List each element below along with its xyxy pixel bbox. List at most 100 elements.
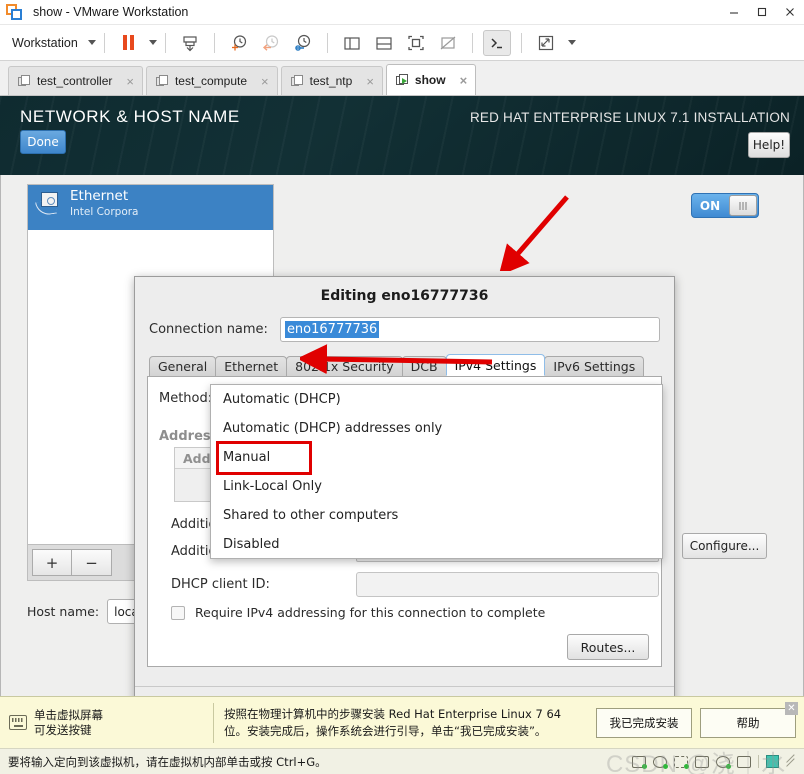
maximize-icon[interactable] [748,0,776,25]
keyboard-icon [9,715,27,730]
close-icon[interactable]: × [126,75,134,88]
pause-vm-button[interactable] [115,30,143,56]
vmware-workstation-window: show - VMware Workstation Workstation te… [0,0,804,774]
connection-name-input[interactable]: eno16777736 [279,317,660,342]
revert-snapshot-button[interactable] [257,30,285,56]
vm-tab-label: test_ntp [309,74,353,88]
network-icon[interactable] [695,755,709,768]
console-button[interactable] [482,29,511,56]
resize-grip[interactable] [786,757,796,767]
interface-on-off-toggle[interactable]: ON [691,193,759,218]
list-item[interactable]: Ethernet Intel Corpora [28,185,273,230]
routes-button[interactable]: Routes... [567,634,649,660]
toolbar-divider [471,32,473,53]
dropdown-option-disabled[interactable]: Disabled [211,530,662,559]
vm-tab-label: show [414,73,446,87]
unity-off-icon [440,36,456,49]
minimize-icon[interactable] [720,0,748,25]
annotation-highlight-box-manual [216,441,312,475]
tab-general[interactable]: General [149,356,217,376]
vm-tab-test-compute[interactable]: test_compute × [145,66,278,95]
close-icon[interactable]: ✕ [785,702,798,715]
vmware-notification-bar: 单击虚拟屏幕 可发送按键 按照在物理计算机中的步骤安装 Red Hat Ente… [0,696,804,748]
manage-snapshots-button[interactable] [289,30,317,56]
panel-left-icon [344,36,360,50]
add-interface-button[interactable]: + [32,549,72,576]
pause-icon [123,35,135,50]
expand-diagonal-icon [538,35,553,50]
method-label: Method: [159,391,213,406]
hint-line-1: 单击虚拟屏幕 [34,707,103,722]
vm-icon [155,74,169,88]
display-icon[interactable] [766,755,779,768]
close-icon[interactable]: × [261,75,269,88]
unity-mode-button[interactable] [434,30,462,56]
dropdown-option-link-local-only[interactable]: Link-Local Only [211,472,662,501]
show-sidebar-button[interactable] [338,30,366,56]
send-ctrl-alt-del-button[interactable] [176,30,204,56]
vm-tab-strip: test_controller × test_compute × test_nt… [0,61,804,96]
tab-dcb[interactable]: DCB [401,356,447,376]
chevron-down-icon [87,40,96,45]
toolbar-divider [326,32,328,53]
connection-name-value: eno16777736 [284,321,380,338]
take-snapshot-button[interactable] [225,30,253,56]
fullscreen-icon [408,35,424,50]
dhcp-client-id-row: DHCP client ID: [171,572,659,597]
notification-help-button[interactable]: 帮助 [700,707,796,738]
tab-ipv6-settings[interactable]: IPv6 Settings [544,356,645,376]
vm-guest-screen[interactable]: NETWORK & HOST NAME RED HAT ENTERPRISE L… [0,96,804,696]
sound-icon[interactable] [737,755,751,768]
snapshot-add-icon [231,34,246,50]
dropdown-option-automatic-dhcp-addresses-only[interactable]: Automatic (DHCP) addresses only [211,414,662,443]
divider [758,755,759,768]
hostname-label: Host name: [27,604,100,619]
page-title: NETWORK & HOST NAME [20,107,240,126]
dialog-title: Editing eno16777736 [320,288,489,304]
pause-dropdown-chevron-icon[interactable] [148,40,157,45]
vm-tab-test-ntp[interactable]: test_ntp × [280,66,383,95]
vm-tab-test-controller[interactable]: test_controller × [8,66,143,95]
cd-dvd-icon[interactable] [653,755,668,769]
remove-interface-button[interactable]: − [72,549,112,576]
toolbar-divider [103,32,105,53]
vm-icon [18,74,31,88]
snapshot-manage-icon [294,34,310,51]
require-ipv4-checkbox[interactable] [171,605,185,620]
nic-description: Intel Corpora [70,206,139,218]
dhcp-client-id-input[interactable] [356,572,659,597]
stretch-guest-button[interactable] [532,30,560,56]
toggle-state-label: ON [699,198,721,213]
tab-802-1x-security[interactable]: 802.1x Security [286,356,403,376]
close-icon[interactable] [776,0,804,25]
toolbar-divider [520,32,522,53]
dropdown-option-shared-to-other-computers[interactable]: Shared to other computers [211,501,662,530]
vm-tab-show[interactable]: show × [385,64,477,95]
tab-ethernet[interactable]: Ethernet [215,356,288,376]
close-icon[interactable]: × [366,75,374,88]
installation-finished-button[interactable]: 我已完成安装 [596,707,692,738]
vm-running-icon [395,73,409,87]
configure-button[interactable]: Configure... [682,533,767,559]
workstation-menu-button[interactable]: Workstation [8,33,96,53]
vm-tab-label: test_controller [37,74,113,88]
full-screen-button[interactable] [402,30,430,56]
dhcp-client-id-label: DHCP client ID: [171,577,270,592]
main-toolbar: Workstation [0,25,804,61]
tab-ipv4-settings[interactable]: IPv4 Settings [445,354,546,376]
require-ipv4-row[interactable]: Require IPv4 addressing for this connect… [171,605,545,620]
hard-disk-icon[interactable] [632,755,647,769]
require-ipv4-label: Require IPv4 addressing for this connect… [195,605,546,620]
window-controls [720,0,804,25]
close-icon[interactable]: × [460,74,468,87]
device-status-icons [632,755,804,769]
done-button[interactable]: Done [20,130,66,154]
usb-icon[interactable] [716,755,731,769]
notification-hint: 单击虚拟屏幕 可发送按键 [0,708,213,738]
show-thumbnail-bar-button[interactable] [370,30,398,56]
dropdown-option-automatic-dhcp[interactable]: Automatic (DHCP) [211,385,662,414]
stretch-dropdown-chevron-icon[interactable] [567,40,576,45]
help-button[interactable]: Help! [748,132,790,158]
product-title: RED HAT ENTERPRISE LINUX 7.1 INSTALLATIO… [469,110,790,125]
floppy-icon[interactable] [674,755,689,769]
